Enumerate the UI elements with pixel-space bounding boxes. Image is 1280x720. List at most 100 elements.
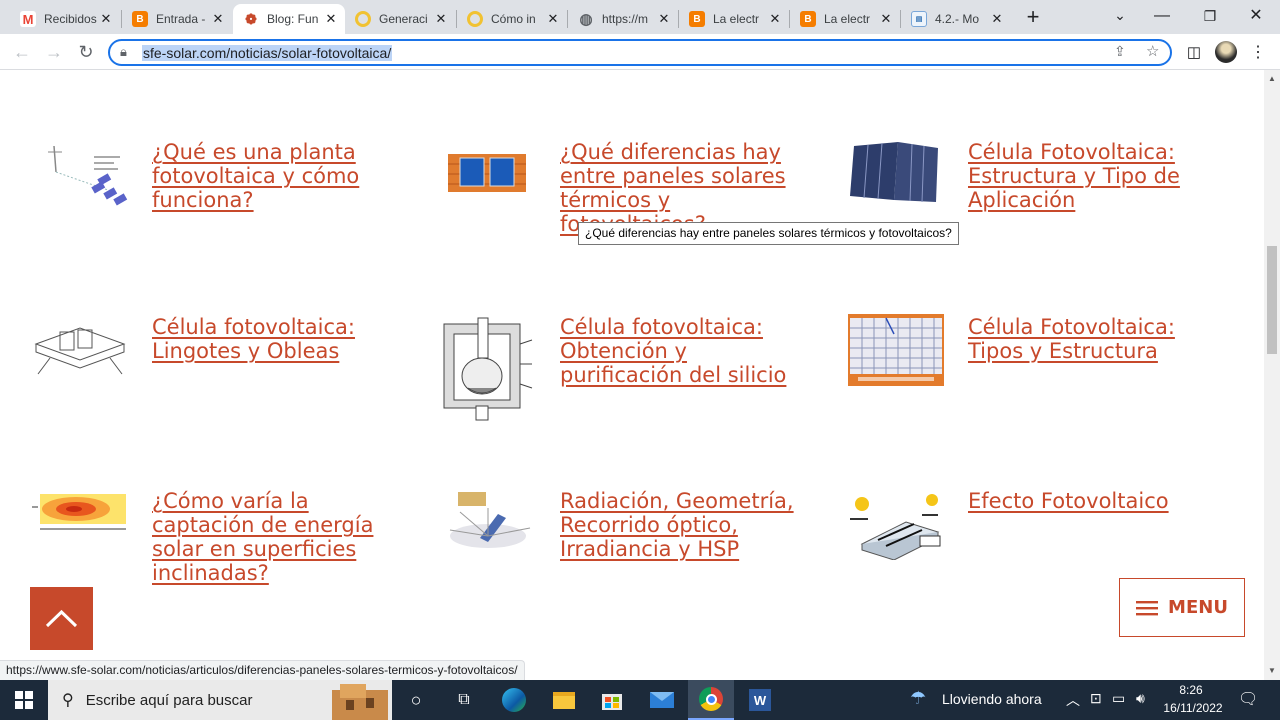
side-panel-icon[interactable]: ◫ <box>1182 40 1206 64</box>
tab-title: Generaci <box>379 12 428 26</box>
blogger-icon: B <box>132 11 148 27</box>
close-icon[interactable]: ✕ <box>656 11 672 27</box>
chrome-menu-icon[interactable]: ⋮ <box>1246 40 1270 64</box>
tab-title: https://m <box>602 12 649 26</box>
chrome-taskbar-icon[interactable] <box>688 680 734 720</box>
tab-strip: M Recibidos ✕ B Entrada - ✕ ❁ Blog: Fun … <box>0 0 1280 34</box>
close-icon[interactable]: ✕ <box>433 11 449 27</box>
tab-la-electr-2[interactable]: B La electr ✕ <box>790 4 900 34</box>
clock-time[interactable]: 8:26 <box>1166 683 1216 697</box>
article-thumbnail[interactable] <box>848 314 944 386</box>
tray-chevron-icon[interactable]: ︿ <box>1066 690 1080 710</box>
mail-icon[interactable] <box>642 684 682 716</box>
doc-icon: ▤ <box>911 11 927 27</box>
back-icon[interactable]: ← <box>10 40 34 64</box>
gmail-icon: M <box>20 11 36 27</box>
article-link[interactable]: Célula fotovoltaica: Obtención y purific… <box>560 315 810 387</box>
tab-https[interactable]: ◍ https://m ✕ <box>568 4 678 34</box>
menu-button[interactable]: MENU <box>1119 578 1245 637</box>
article-thumbnail[interactable] <box>30 488 128 536</box>
blogger-icon: B <box>800 11 816 27</box>
minimize-icon[interactable]: — <box>1150 4 1174 28</box>
scroll-up-icon[interactable]: ▲ <box>1268 74 1276 83</box>
page-scrollbar[interactable]: ▲ ▼ <box>1264 70 1280 680</box>
article-thumbnail[interactable] <box>30 314 128 378</box>
task-view-icon[interactable]: ⧉ <box>444 684 484 716</box>
close-icon[interactable]: ✕ <box>98 11 114 27</box>
tab-blogger[interactable]: B Entrada - ✕ <box>122 4 232 34</box>
article-link[interactable]: Radiación, Geometría, Recorrido óptico, … <box>560 489 810 561</box>
url-text[interactable]: sfe-solar.com/noticias/solar-fotovoltaic… <box>142 45 393 61</box>
article-thumbnail[interactable] <box>846 488 944 560</box>
edge-icon[interactable] <box>494 684 534 716</box>
tab-title: 4.2.- Mo <box>935 12 980 26</box>
tab-la-electr-1[interactable]: B La electr ✕ <box>679 4 789 34</box>
weather-icon[interactable]: ☂ <box>910 688 926 709</box>
back-to-top-button[interactable] <box>30 587 93 650</box>
meet-now-icon[interactable]: ⊡ <box>1090 690 1102 707</box>
new-tab-icon[interactable]: + <box>1021 4 1045 29</box>
article-link[interactable]: ¿Cómo varía la captación de energía sola… <box>152 489 402 585</box>
network-icon[interactable]: ▭ <box>1112 690 1125 707</box>
windows-start-icon[interactable] <box>4 684 44 716</box>
tab-title: La electr <box>713 12 760 26</box>
close-icon[interactable]: ✕ <box>878 11 894 27</box>
close-icon[interactable]: ✕ <box>767 11 783 27</box>
weather-text[interactable]: Lloviendo ahora <box>942 691 1042 707</box>
status-bar-url: https://www.sfe-solar.com/noticias/artic… <box>0 660 525 680</box>
store-icon[interactable] <box>592 684 632 716</box>
reload-icon[interactable]: ↻ <box>74 40 98 64</box>
article-thumbnail[interactable] <box>44 142 128 210</box>
tab-gmail[interactable]: M Recibidos ✕ <box>10 4 120 34</box>
page-content: ¿Qué es una planta fotovoltaica y cómo f… <box>0 70 1264 680</box>
tab-blog-active[interactable]: ❁ Blog: Fun ✕ <box>233 4 345 34</box>
article-link[interactable]: Célula Fotovoltaica: Tipos y Estructura <box>968 315 1218 363</box>
scroll-thumb[interactable] <box>1267 246 1277 354</box>
article-thumbnail[interactable] <box>446 150 528 196</box>
close-icon[interactable]: ✕ <box>545 11 561 27</box>
cortana-icon[interactable]: ○ <box>396 684 436 716</box>
tab-title: Cómo in <box>491 12 536 26</box>
scroll-down-icon[interactable]: ▼ <box>1268 666 1276 675</box>
tab-4-2[interactable]: ▤ 4.2.- Mo ✕ <box>901 4 1011 34</box>
article-link[interactable]: Célula Fotovoltaica: Estructura y Tipo d… <box>968 140 1238 212</box>
window-close-icon[interactable]: ✕ <box>1244 3 1268 27</box>
lock-icon: 🔒︎ <box>120 44 127 59</box>
globe-icon: ◍ <box>579 11 593 28</box>
search-highlight-image <box>332 684 388 720</box>
file-explorer-icon[interactable] <box>544 684 584 716</box>
tab-generacion[interactable]: Generaci ✕ <box>345 4 455 34</box>
bookmark-star-icon[interactable]: ☆ <box>1146 42 1159 60</box>
restore-icon[interactable]: ❐ <box>1198 4 1222 28</box>
close-icon[interactable]: ✕ <box>323 11 339 27</box>
word-icon[interactable]: W <box>740 684 780 716</box>
forward-icon[interactable]: → <box>42 40 66 64</box>
tab-title: Recibidos <box>44 12 97 26</box>
blogger-icon: B <box>689 11 705 27</box>
notifications-icon[interactable]: 🗨︎ <box>1238 689 1258 709</box>
chevron-up-icon <box>45 609 78 628</box>
close-icon[interactable]: ✕ <box>210 11 226 27</box>
taskbar-search[interactable]: ⚲ Escribe aquí para buscar <box>48 680 392 720</box>
article-thumbnail[interactable] <box>440 314 536 428</box>
article-link[interactable]: Efecto Fotovoltaico <box>968 489 1218 513</box>
article-link[interactable]: ¿Qué es una planta fotovoltaica y cómo f… <box>152 140 402 212</box>
tab-como[interactable]: Cómo in ✕ <box>457 4 567 34</box>
close-icon[interactable]: ✕ <box>989 11 1005 27</box>
tab-title: Entrada - <box>156 12 206 26</box>
article-thumbnail[interactable] <box>440 488 536 554</box>
loading-icon <box>355 11 371 27</box>
browser-toolbar: ← → ↻ 🔒︎ sfe-solar.com/noticias/solar-fo… <box>0 34 1280 70</box>
share-icon[interactable]: ⇪ <box>1114 43 1126 60</box>
tab-search-icon[interactable]: ⌄ <box>1108 3 1132 27</box>
article-link[interactable]: Célula fotovoltaica: Lingotes y Obleas <box>152 315 402 363</box>
hamburger-icon <box>1136 600 1159 615</box>
loading-icon <box>467 11 483 27</box>
search-icon: ⚲ <box>62 692 74 709</box>
article-thumbnail[interactable] <box>848 140 944 206</box>
volume-icon[interactable]: 🔊︎ <box>1136 690 1145 707</box>
clock-date[interactable]: 16/11/2022 <box>1160 701 1226 715</box>
tab-title: Blog: Fun <box>267 12 319 26</box>
avatar[interactable] <box>1215 41 1237 63</box>
address-bar[interactable]: 🔒︎ sfe-solar.com/noticias/solar-fotovolt… <box>108 39 1172 66</box>
